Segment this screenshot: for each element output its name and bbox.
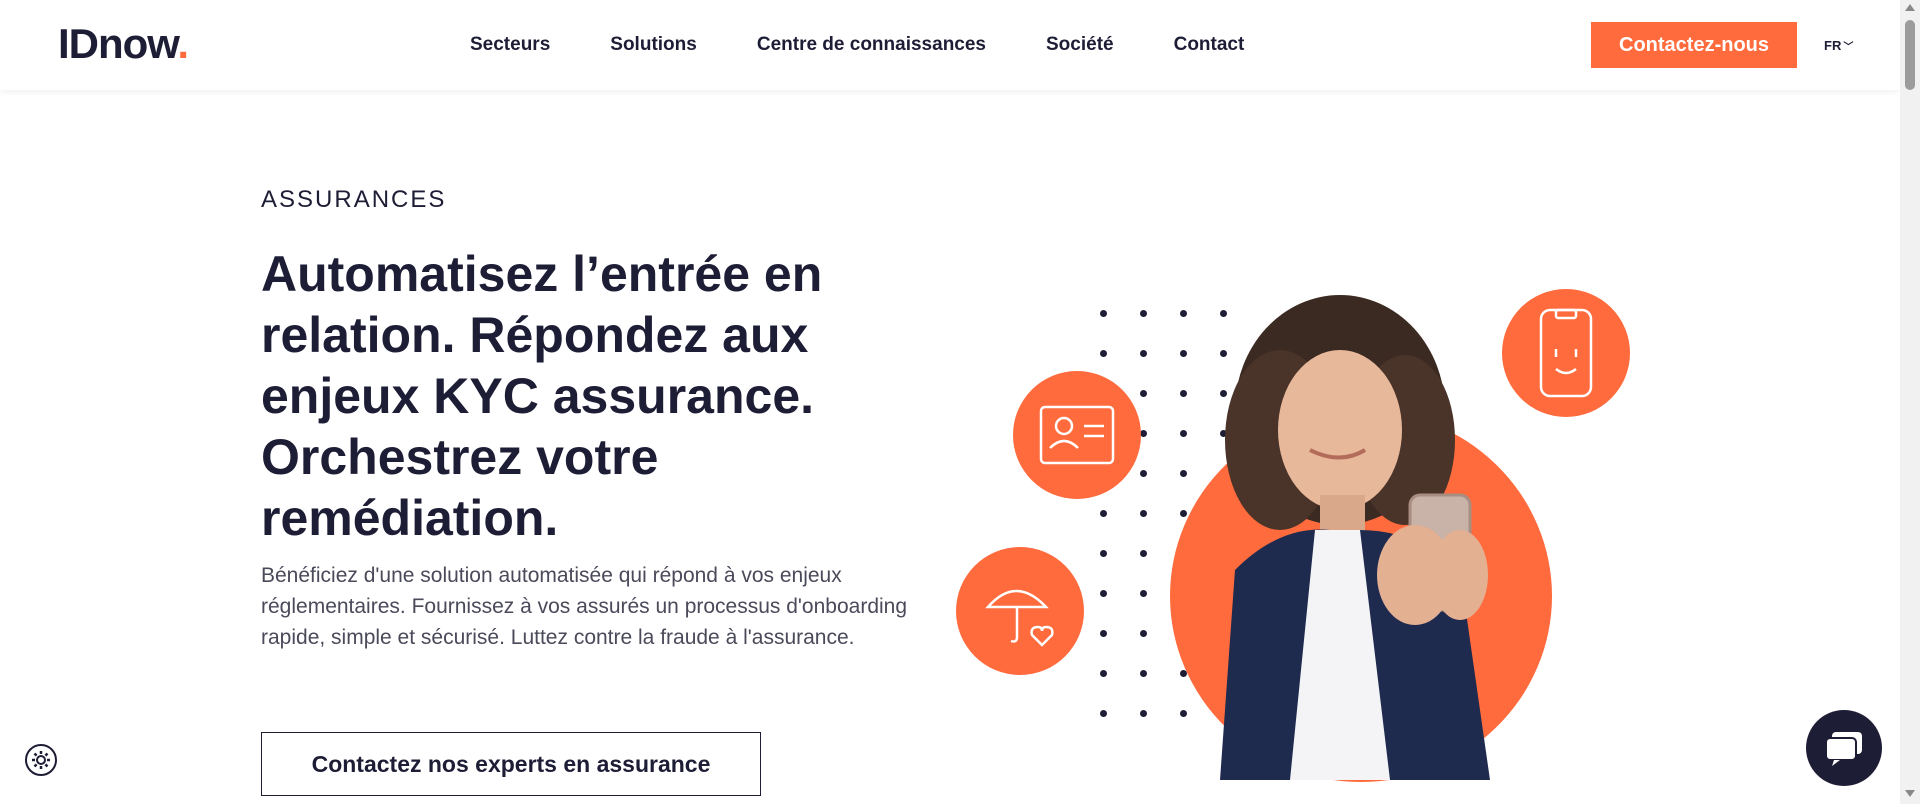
decorative-dot xyxy=(1100,510,1107,517)
scroll-up-arrow-icon[interactable] xyxy=(1905,4,1915,11)
decorative-dot xyxy=(1100,310,1107,317)
decorative-dot xyxy=(1140,430,1147,437)
contact-us-button[interactable]: Contactez-nous xyxy=(1591,22,1797,68)
decorative-dot xyxy=(1100,630,1107,637)
decorative-dot xyxy=(1100,550,1107,557)
decorative-dot xyxy=(1140,470,1147,477)
decorative-dot xyxy=(1140,310,1147,317)
chat-bubble-icon xyxy=(1825,732,1862,766)
id-card-icon xyxy=(1013,371,1141,499)
page-scrollbar[interactable] xyxy=(1900,0,1920,804)
scroll-down-arrow-icon[interactable] xyxy=(1905,790,1915,797)
chat-widget-button[interactable] xyxy=(1806,710,1882,786)
chevron-down-icon: ﹀ xyxy=(1843,42,1854,53)
woman-with-smartphone-photo xyxy=(1220,295,1490,780)
cookie-settings-button[interactable] xyxy=(25,744,57,776)
decorative-dot xyxy=(1100,350,1107,357)
nav-item-contact[interactable]: Contact xyxy=(1174,34,1245,56)
nav-item-centre-de-connaissances[interactable]: Centre de connaissances xyxy=(757,34,986,56)
decorative-dot xyxy=(1140,630,1147,637)
decorative-dot xyxy=(1140,350,1147,357)
site-header: IDnow. Secteurs Solutions Centre de conn… xyxy=(0,0,1900,90)
decorative-dot xyxy=(1140,390,1147,397)
hero-headline: Automatisez l’entrée en relation. Répond… xyxy=(261,246,823,546)
phone-face-icon xyxy=(1502,289,1630,417)
decorative-dot xyxy=(1100,670,1107,677)
decorative-dot xyxy=(1140,550,1147,557)
decorative-dot xyxy=(1140,590,1147,597)
contact-experts-button[interactable]: Contactez nos experts en assurance xyxy=(261,732,761,796)
main-nav: Secteurs Solutions Centre de connaissanc… xyxy=(470,34,1304,56)
hero-description: Bénéficiez d'une solution automatisée qu… xyxy=(261,564,908,649)
nav-item-secteurs[interactable]: Secteurs xyxy=(470,34,550,56)
nav-item-solutions[interactable]: Solutions xyxy=(610,34,697,56)
decorative-dot xyxy=(1140,510,1147,517)
language-selector[interactable]: FR ﹀ xyxy=(1824,38,1853,53)
umbrella-heart-icon xyxy=(956,547,1084,675)
decorative-dot xyxy=(1140,670,1147,677)
idnow-logo[interactable]: IDnow. xyxy=(58,20,189,68)
gear-icon xyxy=(32,751,50,769)
scrollbar-thumb[interactable] xyxy=(1905,20,1915,90)
decorative-dot xyxy=(1100,590,1107,597)
decorative-dot xyxy=(1140,710,1147,717)
nav-item-societe[interactable]: Société xyxy=(1046,34,1114,56)
language-label: FR xyxy=(1824,38,1842,53)
section-eyebrow: ASSURANCES xyxy=(261,186,447,213)
decorative-dot xyxy=(1100,710,1107,717)
